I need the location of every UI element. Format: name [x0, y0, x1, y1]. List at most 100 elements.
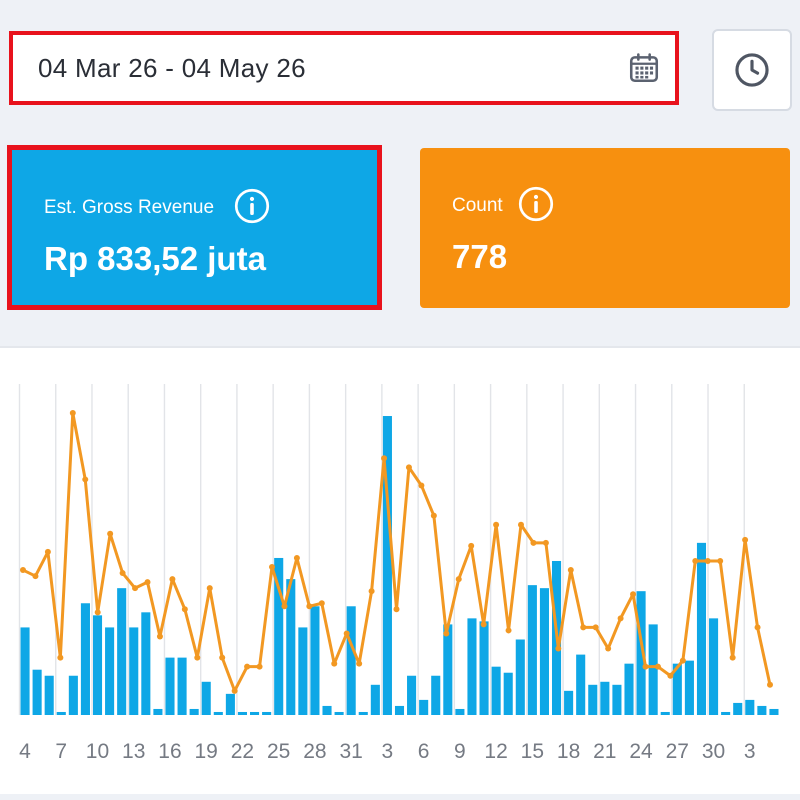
revenue-bar	[503, 672, 513, 715]
count-point	[206, 585, 213, 592]
revenue-bar	[310, 606, 320, 715]
count-point	[331, 660, 338, 667]
revenue-bar	[467, 618, 477, 715]
gross-revenue-value: Rp 833,52 juta	[44, 240, 266, 277]
count-point	[405, 464, 412, 471]
count-point	[293, 554, 300, 561]
x-tick-label: 18	[557, 740, 580, 763]
combo-chart[interactable]: 4 7 10 13 16 19 22 25 28 31 3 6 9 12 15 18 21 24 27 30 3	[0, 348, 800, 794]
x-tick-label: 27	[666, 740, 689, 763]
count-point	[430, 512, 437, 519]
revenue-bar	[80, 603, 90, 715]
count-point	[393, 606, 400, 613]
count-point	[692, 557, 699, 564]
count-point	[742, 536, 749, 543]
calendar-icon[interactable]	[627, 51, 661, 85]
count-point	[281, 603, 288, 610]
count-point	[480, 621, 487, 628]
count-value: 778	[452, 238, 508, 275]
revenue-bar	[153, 708, 163, 715]
revenue-bar	[539, 588, 549, 715]
count-point	[231, 687, 238, 694]
count-point	[767, 681, 773, 688]
count-point	[144, 579, 151, 586]
x-tick-label: 3	[744, 740, 756, 763]
revenue-bar	[213, 711, 223, 715]
revenue-bar	[443, 624, 453, 715]
date-range-picker[interactable]: 04 Mar 26 - 04 May 26	[9, 31, 679, 105]
revenue-bar	[20, 627, 30, 715]
x-tick-label: 21	[593, 740, 616, 763]
x-tick-label: 12	[484, 740, 507, 763]
revenue-bar	[660, 711, 670, 715]
revenue-bar	[612, 684, 622, 715]
count-card[interactable]: Count 778	[420, 148, 790, 308]
count-point	[219, 654, 226, 661]
revenue-bar	[262, 711, 272, 715]
count-label: Count	[452, 195, 503, 216]
revenue-bar	[745, 699, 755, 715]
count-point	[57, 654, 64, 661]
info-icon[interactable]	[234, 188, 270, 224]
revenue-bar	[491, 666, 501, 715]
revenue-bar	[358, 711, 368, 715]
revenue-bar	[407, 675, 417, 715]
count-point	[256, 663, 263, 670]
revenue-bar	[141, 612, 151, 715]
revenue-bar	[648, 624, 658, 715]
revenue-bar	[201, 681, 211, 715]
history-clock-button[interactable]	[712, 29, 792, 111]
revenue-bar	[721, 711, 731, 715]
count-point	[505, 627, 512, 634]
revenue-bar	[733, 702, 743, 715]
revenue-bar	[225, 693, 235, 715]
count-point	[306, 603, 313, 610]
count-point	[455, 576, 462, 583]
revenue-bar	[588, 684, 598, 715]
revenue-bar	[346, 606, 356, 715]
count-point	[605, 645, 612, 652]
count-point	[343, 630, 350, 637]
count-point	[443, 630, 450, 637]
count-point	[82, 476, 89, 483]
revenue-bar	[419, 699, 429, 715]
info-icon[interactable]	[518, 186, 554, 222]
x-tick-label: 13	[122, 740, 145, 763]
revenue-bar	[757, 705, 767, 715]
revenue-bar	[455, 708, 465, 715]
revenue-bar	[117, 588, 127, 715]
revenue-bar	[32, 669, 42, 715]
x-tick-label: 6	[418, 740, 430, 763]
count-point	[679, 657, 686, 664]
x-tick-label: 31	[339, 740, 362, 763]
x-tick-label: 15	[521, 740, 544, 763]
x-tick-label: 19	[195, 740, 218, 763]
x-tick-label: 7	[55, 740, 67, 763]
revenue-bar	[177, 657, 187, 715]
revenue-bar	[44, 675, 54, 715]
revenue-bar	[479, 621, 489, 715]
revenue-bar	[56, 711, 66, 715]
revenue-bar	[129, 627, 139, 715]
count-point	[617, 615, 624, 622]
count-point	[729, 654, 736, 661]
x-tick-label: 25	[267, 740, 290, 763]
revenue-bar	[334, 711, 344, 715]
revenue-bar	[696, 542, 707, 715]
count-point	[368, 588, 375, 595]
count-point	[318, 600, 325, 607]
count-point	[580, 624, 587, 631]
count-point	[32, 573, 39, 580]
revenue-bar	[370, 684, 380, 715]
x-tick-label: 16	[158, 740, 181, 763]
count-point	[654, 663, 661, 670]
count-point	[69, 410, 76, 416]
count-point	[704, 557, 711, 564]
count-point	[94, 609, 101, 616]
revenue-bar	[709, 618, 719, 715]
count-point	[269, 564, 275, 571]
count-point	[493, 521, 500, 528]
count-point	[244, 663, 251, 670]
revenue-bar	[394, 705, 405, 715]
gross-revenue-card[interactable]: Est. Gross Revenue Rp 833,52 juta	[7, 145, 382, 310]
